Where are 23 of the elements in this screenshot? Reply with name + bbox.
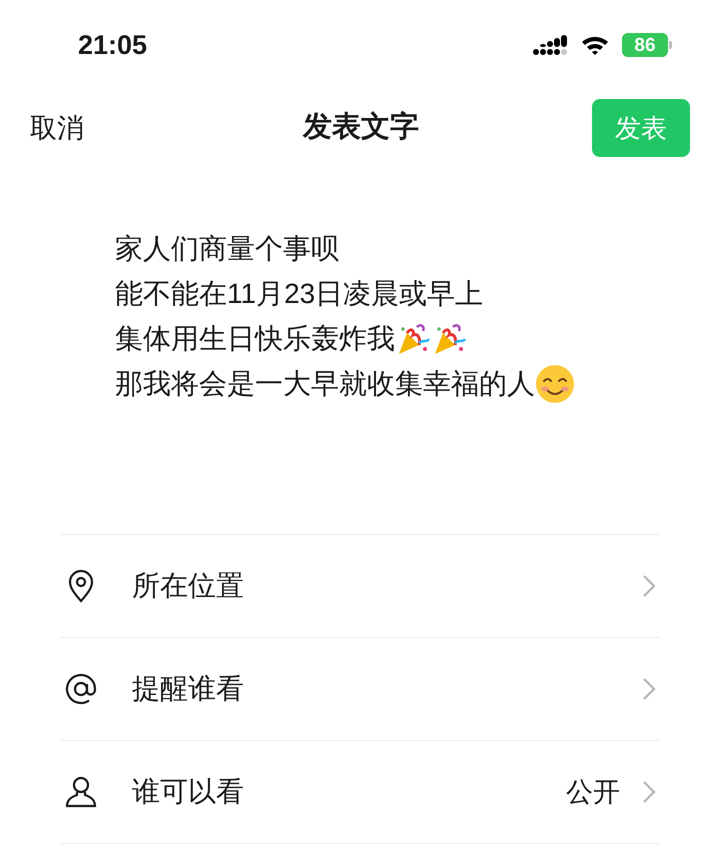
option-label: 所在位置 <box>132 569 245 603</box>
person-icon <box>63 774 99 810</box>
signal-icon <box>532 33 568 57</box>
post-text-line: 集体用生日快乐轰炸我 <box>115 324 395 352</box>
post-text-line: 那我将会是一大早就收集幸福的人 <box>115 370 535 398</box>
battery-level: 86 <box>634 36 656 54</box>
chevron-right-icon <box>642 780 656 804</box>
chevron-right-icon <box>642 574 656 598</box>
page-title: 发表文字 <box>303 110 419 146</box>
option-row[interactable]: 所在位置 <box>60 535 660 638</box>
option-label: 提醒谁看 <box>132 672 245 706</box>
chevron-right-icon <box>642 677 656 701</box>
option-value: 公开 <box>566 776 620 809</box>
wifi-icon <box>580 34 610 56</box>
option-row[interactable]: 谁可以看 公开 <box>60 741 660 844</box>
option-label: 谁可以看 <box>132 775 245 809</box>
at-sign-icon <box>63 671 99 707</box>
option-row[interactable]: 提醒谁看 <box>60 638 660 741</box>
post-text-line: 家人们商量个事呗 <box>115 234 339 262</box>
cancel-button[interactable]: 取消 <box>30 108 130 148</box>
status-time: 21:05 <box>78 28 148 62</box>
smiling-face-icon <box>535 364 575 404</box>
post-text-line: 能不能在11月23日凌晨或早上 <box>115 280 484 308</box>
